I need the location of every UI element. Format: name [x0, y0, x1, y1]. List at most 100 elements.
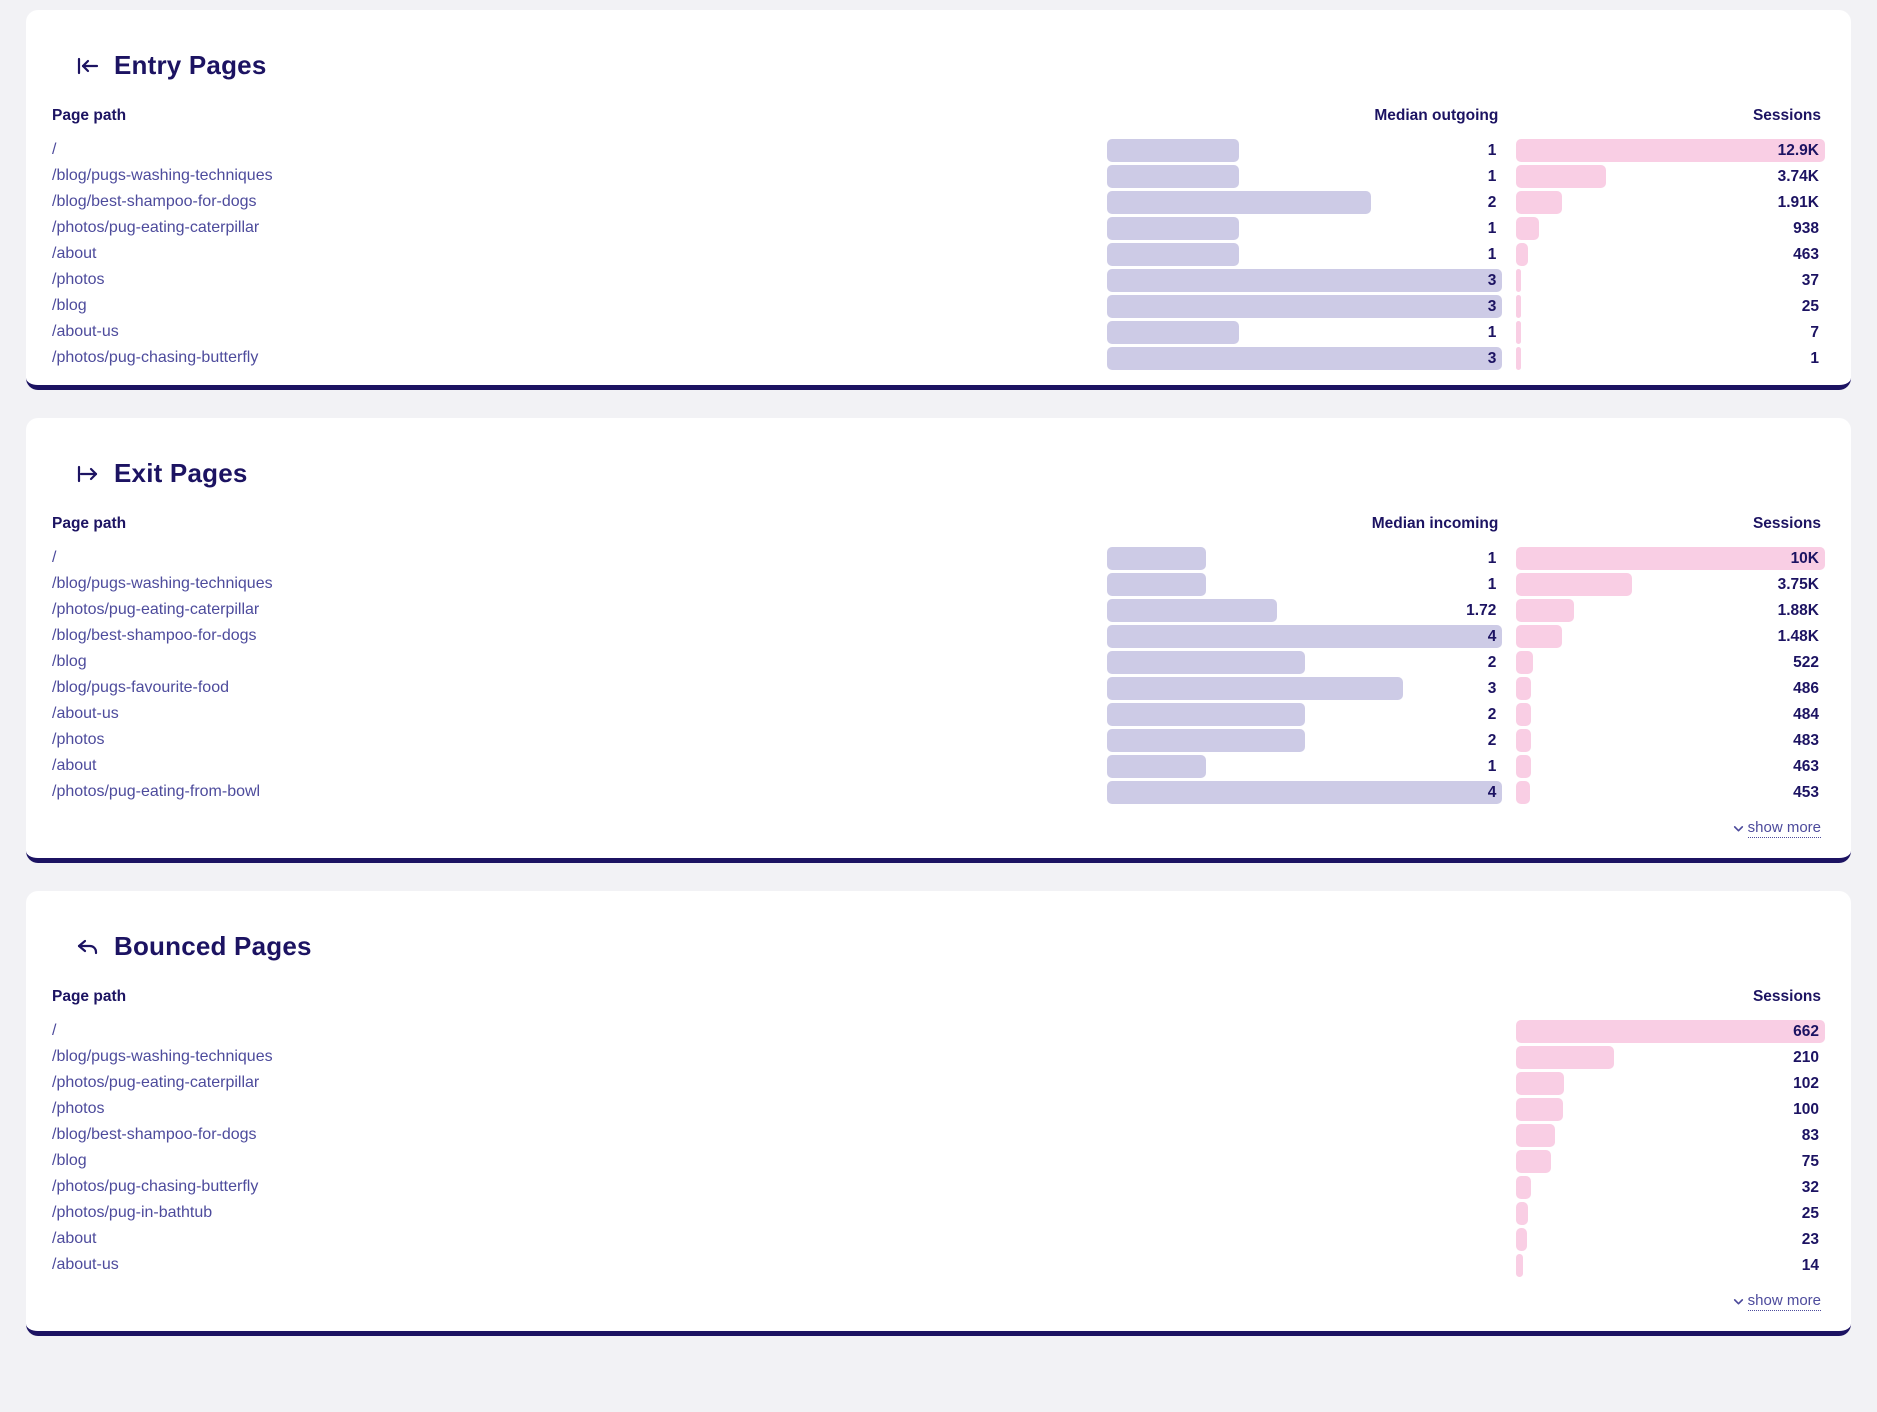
sessions-cell: 210: [1516, 1044, 1825, 1070]
metric-bar-track: 3: [1106, 294, 1503, 318]
sessions-value: 1.88K: [1777, 601, 1819, 619]
metric-bar-track: 2: [1106, 728, 1502, 752]
metric-bar-track: 1.72: [1106, 598, 1502, 622]
table-row[interactable]: /photos/pug-eating-from-bowl 4 453: [52, 779, 1825, 805]
sessions-bar-track: 75: [1516, 1149, 1825, 1173]
metric-cell: 4: [1106, 623, 1503, 649]
table-row[interactable]: /photos/pug-eating-caterpillar 102: [52, 1070, 1825, 1096]
page-path-cell[interactable]: /photos: [52, 267, 1107, 293]
spacer-cell: [1502, 1252, 1516, 1278]
table-row[interactable]: /blog/best-shampoo-for-dogs 2 1.91K: [52, 189, 1825, 215]
metric-value: 1: [1487, 575, 1497, 593]
page-path-cell[interactable]: /about-us: [52, 1252, 1502, 1278]
page-path-cell[interactable]: /about: [52, 241, 1107, 267]
metric-value: 2: [1487, 193, 1497, 211]
page-path-cell[interactable]: /photos: [52, 1096, 1502, 1122]
page-path-cell[interactable]: /about: [52, 753, 1107, 779]
metric-cell: 1: [1106, 241, 1502, 267]
metric-cell: 4: [1106, 779, 1503, 805]
table-row[interactable]: /blog/pugs-favourite-food 3 486: [52, 675, 1825, 701]
page-path-cell[interactable]: /photos/pug-eating-caterpillar: [52, 1070, 1502, 1096]
table-row[interactable]: /blog/best-shampoo-for-dogs 83: [52, 1122, 1825, 1148]
page-path-cell[interactable]: /: [52, 1018, 1502, 1044]
page-path-cell[interactable]: /blog: [52, 1148, 1502, 1174]
sessions-value: 3.74K: [1777, 167, 1819, 185]
page-path-cell[interactable]: /blog: [52, 293, 1107, 319]
sessions-cell: 1.91K: [1516, 189, 1825, 215]
sections-container: Entry Pages Page path Median outgoing Sessi…: [26, 10, 1851, 1336]
page-path-cell[interactable]: /about-us: [52, 319, 1107, 345]
card-title-text: Bounced Pages: [114, 931, 312, 961]
page-path-cell[interactable]: /blog/best-shampoo-for-dogs: [52, 1122, 1502, 1148]
metric-bar-track: 1: [1106, 138, 1502, 162]
show-more-button[interactable]: show more: [1732, 819, 1821, 838]
table-row[interactable]: / 1 10K: [52, 545, 1825, 571]
page-path-cell[interactable]: /about-us: [52, 701, 1107, 727]
metric-bar-track: 4: [1106, 624, 1503, 648]
table-row[interactable]: /photos/pug-eating-caterpillar 1.72 1.88K: [52, 597, 1825, 623]
page-path-cell[interactable]: /photos/pug-eating-caterpillar: [52, 597, 1107, 623]
page-path-cell[interactable]: /photos: [52, 727, 1107, 753]
table-row[interactable]: /about 23: [52, 1226, 1825, 1252]
page-path-cell[interactable]: /blog/pugs-favourite-food: [52, 675, 1107, 701]
sessions-cell: 486: [1516, 675, 1825, 701]
metric-cell: 1: [1106, 137, 1502, 163]
page-path-cell[interactable]: /: [52, 137, 1107, 163]
table-row[interactable]: /photos 100: [52, 1096, 1825, 1122]
card-exit-pages: Exit Pages Page path Median incoming Sessio…: [26, 418, 1851, 863]
table-row[interactable]: /photos 2 483: [52, 727, 1825, 753]
table-row[interactable]: /blog/best-shampoo-for-dogs 4 1.48K: [52, 623, 1825, 649]
table-row[interactable]: /photos/pug-eating-caterpillar 1 938: [52, 215, 1825, 241]
table-row[interactable]: /blog 2 522: [52, 649, 1825, 675]
page-path-cell[interactable]: /about: [52, 1226, 1502, 1252]
table-row[interactable]: /blog 75: [52, 1148, 1825, 1174]
table-row[interactable]: /blog/pugs-washing-techniques 1 3.75K: [52, 571, 1825, 597]
chevron-down-icon: [1732, 822, 1745, 835]
sessions-value: 486: [1793, 679, 1819, 697]
page-path-cell[interactable]: /blog/pugs-washing-techniques: [52, 163, 1107, 189]
page-path-cell[interactable]: /photos/pug-in-bathtub: [52, 1200, 1502, 1226]
table-row[interactable]: / 662: [52, 1018, 1825, 1044]
sessions-value: 7: [1810, 323, 1819, 341]
table-row[interactable]: /blog/pugs-washing-techniques 210: [52, 1044, 1825, 1070]
spacer-cell: [1502, 597, 1516, 623]
table-row[interactable]: /about 1 463: [52, 241, 1825, 267]
page-path-cell[interactable]: /blog/best-shampoo-for-dogs: [52, 623, 1107, 649]
table-row[interactable]: /about-us 2 484: [52, 701, 1825, 727]
table-row[interactable]: /photos 3 37: [52, 267, 1825, 293]
page-path-cell[interactable]: /: [52, 545, 1107, 571]
return-arrow-icon: [76, 935, 100, 959]
table-row[interactable]: /photos/pug-chasing-butterfly 32: [52, 1174, 1825, 1200]
table-row[interactable]: /about 1 463: [52, 753, 1825, 779]
metric-cell: 2: [1106, 649, 1502, 675]
page-path-cell[interactable]: /blog/pugs-washing-techniques: [52, 1044, 1502, 1070]
table-row[interactable]: /about-us 14: [52, 1252, 1825, 1278]
column-header-metric: Median outgoing: [1374, 107, 1499, 124]
sessions-cell: 7: [1516, 319, 1825, 345]
show-more-button[interactable]: show more: [1732, 1292, 1821, 1311]
table-row[interactable]: /photos/pug-chasing-butterfly 3 1: [52, 345, 1825, 371]
spacer-cell: [1502, 753, 1516, 779]
page-path-cell[interactable]: /blog: [52, 649, 1107, 675]
sessions-bar-track: 102: [1516, 1071, 1825, 1095]
table-row[interactable]: /photos/pug-in-bathtub 25: [52, 1200, 1825, 1226]
table-header-row: Page path Median outgoing Sessions: [52, 107, 1825, 137]
metric-value: 1: [1487, 167, 1497, 185]
sessions-bar-track: 1.48K: [1516, 624, 1825, 648]
page-path-cell[interactable]: /photos/pug-eating-from-bowl: [52, 779, 1107, 805]
chevron-down-icon: [1732, 1295, 1745, 1308]
sessions-value: 484: [1793, 705, 1819, 723]
table-row[interactable]: /about-us 1 7: [52, 319, 1825, 345]
table-row[interactable]: /blog/pugs-washing-techniques 1 3.74K: [52, 163, 1825, 189]
page-path-cell[interactable]: /photos/pug-chasing-butterfly: [52, 1174, 1502, 1200]
page-path-cell[interactable]: /blog/pugs-washing-techniques: [52, 571, 1107, 597]
page-path-cell[interactable]: /photos/pug-chasing-butterfly: [52, 345, 1107, 371]
sessions-cell: 662: [1516, 1018, 1825, 1044]
table-row[interactable]: /blog 3 25: [52, 293, 1825, 319]
spacer-cell: [1502, 779, 1516, 805]
page-path-cell[interactable]: /blog/best-shampoo-for-dogs: [52, 189, 1107, 215]
sessions-bar-track: 37: [1516, 268, 1825, 292]
page-path-cell[interactable]: /photos/pug-eating-caterpillar: [52, 215, 1107, 241]
metric-cell: 1: [1106, 319, 1502, 345]
table-row[interactable]: / 1 12.9K: [52, 137, 1825, 163]
